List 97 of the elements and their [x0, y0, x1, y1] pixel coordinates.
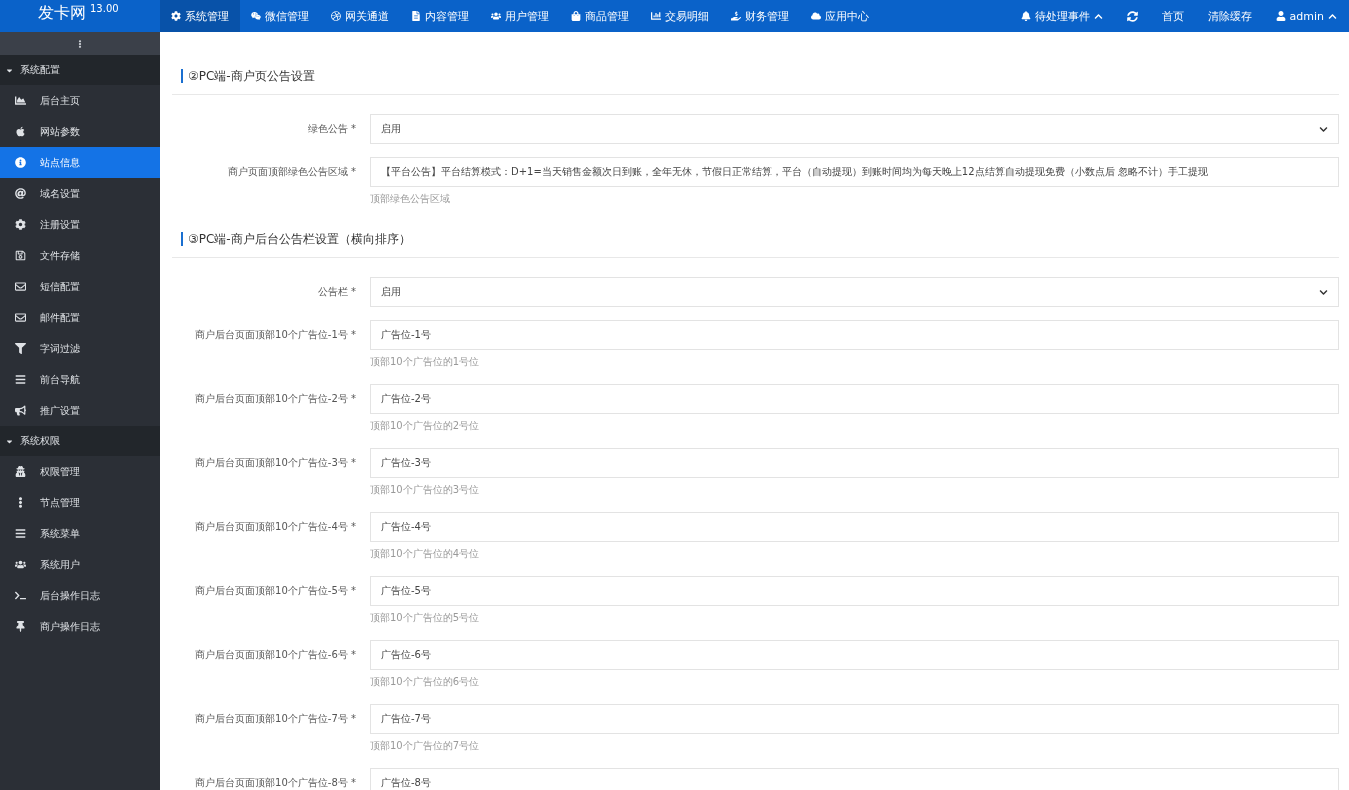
gear-icon: [171, 11, 181, 21]
field-hint: 顶部10个广告位的6号位: [370, 675, 481, 689]
apple-icon: [14, 126, 26, 137]
field-hint: 顶部10个广告位的4号位: [370, 547, 481, 561]
nav-tab[interactable]: 用户管理: [480, 0, 560, 32]
input-field[interactable]: 广告位-4号: [370, 512, 1339, 542]
globe-icon: [331, 11, 341, 21]
sidebar-item[interactable]: 字词过滤: [0, 333, 160, 364]
nav-tab[interactable]: 网关通道: [320, 0, 400, 32]
sidebar-group-header[interactable]: 系统配置: [0, 55, 160, 85]
field-hint: 顶部10个广告位的7号位: [370, 739, 481, 753]
chat-icon: [251, 11, 261, 21]
section-title: ③PC端-商户后台公告栏设置（横向排序）: [181, 232, 411, 246]
field-label: 商户页面顶部绿色公告区域 *: [226, 165, 356, 179]
sidebar-item[interactable]: 短信配置: [0, 271, 160, 302]
input-field[interactable]: 广告位-7号: [370, 704, 1339, 734]
pin-icon: [14, 621, 26, 632]
nav-tab[interactable]: 商品管理: [560, 0, 640, 32]
field-hint: 顶部10个广告位的5号位: [370, 611, 481, 625]
megaphone-icon: [14, 405, 26, 416]
input-field[interactable]: 广告位-2号: [370, 384, 1339, 414]
input-field[interactable]: 广告位-1号: [370, 320, 1339, 350]
sidebar-item[interactable]: 文件存储: [0, 240, 160, 271]
input-field[interactable]: 【平台公告】平台结算模式：D+1=当天销售金额次日到账，全年无休，节假日正常结算，平台（自动提现）到账时间均为每天晚上12点结算自动提现免费（小数点后 忽略不计）手工提现: [370, 157, 1339, 187]
field-label: 商户后台页面顶部10个广告位-7号 *: [194, 712, 356, 726]
sidebar-item[interactable]: 节点管理: [0, 487, 160, 518]
field-hint: 顶部绿色公告区域: [370, 192, 451, 206]
bag-icon: [571, 11, 581, 21]
field-hint: 顶部10个广告位的1号位: [370, 355, 481, 369]
bar-chart-icon: [651, 11, 661, 21]
filter-icon: [14, 343, 26, 354]
envelope-icon: [14, 281, 26, 292]
refresh-icon: [1126, 10, 1138, 22]
sidebar-item[interactable]: 推广设置: [0, 395, 160, 426]
area-chart-icon: [14, 95, 26, 106]
user-icon: [1275, 11, 1286, 21]
user-menu[interactable]: admin: [1263, 0, 1349, 32]
input-field[interactable]: 广告位-3号: [370, 448, 1339, 478]
sidebar-item[interactable]: 注册设置: [0, 209, 160, 240]
terminal-icon: [14, 590, 26, 601]
chevron-down-icon: [1319, 124, 1328, 134]
sidebar-item[interactable]: 前台导航: [0, 364, 160, 395]
user-secret-icon: [14, 466, 26, 477]
at-icon: [14, 188, 26, 199]
nav-tab[interactable]: 应用中心: [800, 0, 880, 32]
field-label: 商户后台页面顶部10个广告位-4号 *: [194, 520, 356, 534]
field-label: 商户后台页面顶部10个广告位-1号 *: [194, 328, 356, 342]
sidebar-item[interactable]: 域名设置: [0, 178, 160, 209]
field-label: 商户后台页面顶部10个广告位-3号 *: [194, 456, 356, 470]
nav-tab[interactable]: 微信管理: [240, 0, 320, 32]
nav-tab[interactable]: 内容管理: [400, 0, 480, 32]
menu-icon: [14, 374, 26, 385]
info-icon: [14, 157, 26, 168]
gear-icon: [14, 219, 26, 230]
sidebar-item[interactable]: 邮件配置: [0, 302, 160, 333]
field-label: 绿色公告 *: [306, 122, 356, 136]
vertical-dots-icon[interactable]: [76, 39, 84, 48]
cloud-icon: [811, 11, 821, 21]
sidebar-item[interactable]: 后台主页: [0, 85, 160, 116]
section-title: ②PC端-商户页公告设置: [181, 69, 315, 83]
clear-cache-link[interactable]: 清除缓存: [1195, 0, 1264, 32]
select-field[interactable]: 启用: [370, 277, 1339, 307]
field-label: 商户后台页面顶部10个广告位-6号 *: [194, 648, 356, 662]
sidebar-group-header[interactable]: 系统权限: [0, 426, 160, 456]
sidebar-item[interactable]: 网站参数: [0, 116, 160, 147]
document-icon: [411, 11, 421, 21]
select-field[interactable]: 启用: [370, 114, 1339, 144]
sidebar-item[interactable]: 系统菜单: [0, 518, 160, 549]
nav-tab[interactable]: 财务管理: [720, 0, 800, 32]
users-icon: [491, 11, 501, 21]
input-field[interactable]: 广告位-6号: [370, 640, 1339, 670]
logo: 发卡网 13.00: [37, 2, 120, 24]
home-link[interactable]: 首页: [1149, 0, 1196, 32]
bell-icon: [1020, 11, 1031, 21]
money-hand-icon: [731, 11, 741, 21]
chevron-up-icon: [1328, 11, 1337, 21]
field-label: 商户后台页面顶部10个广告位-5号 *: [194, 584, 356, 598]
users-icon: [14, 559, 26, 570]
chevron-down-icon: [1319, 287, 1328, 297]
sidebar-item[interactable]: 商户操作日志: [0, 611, 160, 642]
sidebar-item[interactable]: 后台操作日志: [0, 580, 160, 611]
sidebar-item[interactable]: 站点信息: [0, 147, 160, 178]
field-label: 商户后台页面顶部10个广告位-8号 *: [194, 776, 356, 790]
field-hint: 顶部10个广告位的3号位: [370, 483, 481, 497]
input-field[interactable]: 广告位-8号: [370, 768, 1339, 790]
menu-icon: [14, 528, 26, 539]
input-field[interactable]: 广告位-5号: [370, 576, 1339, 606]
envelope-icon: [14, 312, 26, 323]
field-label: 公告栏 *: [316, 285, 356, 299]
nav-tab[interactable]: 系统管理: [160, 0, 240, 32]
field-hint: 顶部10个广告位的2号位: [370, 419, 481, 433]
chevron-up-icon: [1093, 11, 1103, 21]
field-label: 商户后台页面顶部10个广告位-2号 *: [194, 392, 356, 406]
sidebar-item[interactable]: 权限管理: [0, 456, 160, 487]
sidebar-item[interactable]: 系统用户: [0, 549, 160, 580]
nav-tab[interactable]: 交易明细: [640, 0, 720, 32]
pending-events-menu[interactable]: 待处理事件: [1008, 0, 1115, 32]
